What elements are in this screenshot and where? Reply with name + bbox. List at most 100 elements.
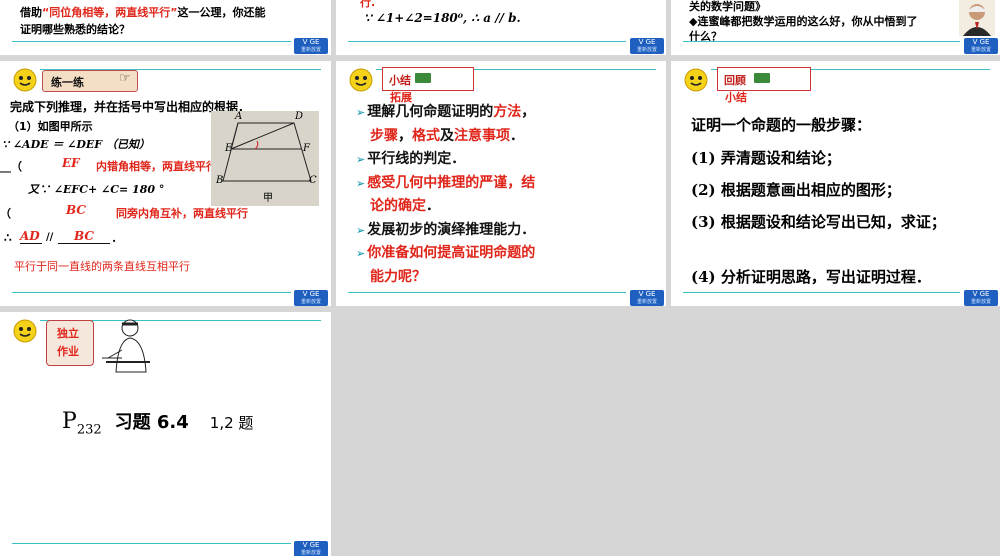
summary-tag: 小结 <box>382 67 474 91</box>
slide3-line2: ◆连蜜峰都把数学运用的这么好，你从中悟到了 <box>689 15 918 28</box>
summary-item: ➢ 感受几何中推理的严谨，结 <box>356 172 662 196</box>
summary-text: 感受几何中推理的严谨，结 <box>367 174 536 191</box>
summary-text: 理解几何命题证明的 <box>367 104 494 120</box>
slide-6-review[interactable]: 回顾 小结 证明一个命题的一般步骤： (1) 弄清题设和结论； (2) 根据题意… <box>671 61 1000 306</box>
slide1-bottom-line <box>12 41 291 42</box>
homework-scroll-tag: 独立 作业 <box>46 320 94 366</box>
homework-problems: 1,2 题 <box>209 414 254 432</box>
summary-text: 注意事项 <box>454 127 510 144</box>
slide-4-practice[interactable]: 练一练 ☞ 完成下列推理，并在括号中写出相应的根据． （1）如图甲所示 ∵ ∠A… <box>0 61 331 306</box>
answer-ad: AD <box>20 229 42 244</box>
summary-text: 平行线的判定 <box>367 151 452 167</box>
review-title: 证明一个命题的一般步骤： <box>691 116 872 134</box>
practice-blank1-prefix: __（ <box>0 160 22 173</box>
slide6-logo[interactable]: V GE 重新放置 <box>964 290 998 306</box>
slide2-logo[interactable]: V GE 重新放置 <box>630 38 664 54</box>
summary-text: ． <box>510 127 524 144</box>
practice-given: ∵ ∠ADE ＝ ∠DEF （已知） <box>2 138 150 151</box>
slide-5-summary[interactable]: 小结 拓展 ➢ 理解几何命题证明的方法， 步骤，格式及注意事项． ➢ 平行线的判定． ➢ 感… <box>336 61 666 306</box>
writing-person-icon <box>102 319 150 373</box>
summary-text: ． <box>451 151 466 167</box>
summary-tag-label: 小结 <box>389 74 411 87</box>
summary-text: 你准备如何提高证明命题的 <box>367 245 536 261</box>
answer-bc-2: BC <box>58 229 110 244</box>
review-step-2: (2) 根据题意画出相应的图形； <box>691 181 901 199</box>
homework-assignment: P232 习题 6.4 1,2 题 <box>62 408 253 437</box>
review-step-3: (3) 根据题设和结论写出已知，求证； <box>691 213 946 231</box>
slide-1[interactable]: 借助“同位角相等，两直线平行”这一公理，你还能 证明哪些熟悉的结论？ V GE 重… <box>0 0 331 55</box>
slide-7-homework[interactable]: 独立 作业 P232 习题 6.4 1,2 题 V GE 重新放置 <box>0 312 331 556</box>
slide6-bottom-line <box>683 292 960 293</box>
fig-label-d: D <box>295 111 304 122</box>
slide2-formula: ∵ ∠1+∠2=180⁰, ∴ a // b. <box>364 11 521 25</box>
review-tag: 回顾 <box>717 67 811 91</box>
smiley-icon <box>684 68 708 92</box>
homework-tag1: 独立 <box>57 327 79 340</box>
slide3-bottom-line <box>683 41 960 42</box>
fig-label-c: C <box>309 175 317 186</box>
homework-exercise: 习题 6.4 <box>114 412 189 433</box>
review-tag-label: 回顾 <box>724 74 746 87</box>
slide2-bottom-line <box>348 41 626 42</box>
reason-3: 平行于同一直线的两条直线互相平行 <box>14 260 190 273</box>
slide5-logo[interactable]: V GE 重新放置 <box>630 290 664 306</box>
practice-tag: 练一练 ☞ <box>42 70 138 92</box>
slide-3[interactable]: 关的数学问题》 ◆连蜜峰都把数学运用的这么好，你从中悟到了 什么？ V GE 重新… <box>671 0 1000 55</box>
book-icon <box>754 73 770 83</box>
summary-item: ➢ 理解几何命题证明的方法， <box>356 101 662 125</box>
smiley-icon <box>13 68 37 92</box>
hand-pointer-icon: ☞ <box>119 71 131 86</box>
homework-tag2: 作业 <box>57 345 79 358</box>
bullet-arrow-icon: ➢ <box>356 247 366 260</box>
practice-paren-open: （ <box>0 207 11 220</box>
slide-2[interactable]: 行. ∵ ∠1+∠2=180⁰, ∴ a // b. V GE 重新放置 <box>336 0 666 55</box>
review-tag2: 小结 <box>725 91 747 104</box>
summary-text: 论的确定 <box>370 198 426 214</box>
fig-label-a: A <box>235 111 243 122</box>
homework-p: P <box>62 409 77 434</box>
portrait-icon <box>959 0 995 36</box>
parallel-symbol: // <box>46 232 54 243</box>
slide4-logo[interactable]: V GE 重新放置 <box>294 290 328 306</box>
homework-page-sub: 232 <box>76 422 102 438</box>
reason-1: 内错角相等，两直线平行 <box>96 160 217 173</box>
slide7-logo[interactable]: V GE 重新放置 <box>294 541 328 556</box>
summary-item: ➢ 平行线的判定． <box>356 148 662 172</box>
book-icon <box>415 73 431 83</box>
reason-2: 同旁内角互补，两直线平行 <box>116 207 248 220</box>
summary-text: 及 <box>440 127 454 144</box>
summary-item: ➢ 你准备如何提高证明命题的 <box>356 242 662 266</box>
summary-list: ➢ 理解几何命题证明的方法， 步骤，格式及注意事项． ➢ 平行线的判定． ➢ 感受几何中推理… <box>356 101 662 289</box>
slide1-line1: 借助“同位角相等，两直线平行”这一公理，你还能 <box>20 4 265 20</box>
review-step-1: (1) 弄清题设和结论； <box>691 149 841 167</box>
summary-item: 步骤，格式及注意事项． <box>356 125 662 149</box>
summary-text: 方法 <box>493 104 522 120</box>
answer-bc: BC <box>66 203 86 217</box>
bullet-arrow-icon: ➢ <box>356 106 366 119</box>
practice-tag-label: 练一练 <box>51 76 84 89</box>
summary-text: 发展初步的演绎推理能力 <box>367 221 522 238</box>
figure-jia: A D E F B C 甲 <box>211 111 319 206</box>
fig-label-b: B <box>216 175 224 186</box>
review-step-4: (4) 分析证明思路，写出证明过程． <box>691 268 931 286</box>
bullet-arrow-icon: ➢ <box>356 223 366 237</box>
slide5-bottom-line <box>348 292 626 293</box>
summary-item: 论的确定． <box>356 195 662 219</box>
summary-text: ， <box>521 104 536 120</box>
slide2-partial-top: 行. <box>360 0 376 9</box>
summary-text: ． <box>521 221 536 238</box>
slide1-text-a: 借助 <box>20 6 42 19</box>
slide1-logo[interactable]: V GE 重新放置 <box>294 38 328 54</box>
fig-label-f: F <box>303 143 310 154</box>
slide3-line1: 关的数学问题》 <box>689 0 766 13</box>
fig-caption: 甲 <box>263 193 273 204</box>
slide1-text-c: 这一公理，你还能 <box>177 6 266 19</box>
smiley-icon <box>13 319 37 343</box>
slide3-logo[interactable]: V GE 重新放置 <box>964 38 998 54</box>
summary-text: 步骤 <box>370 127 398 144</box>
summary-text: 格式 <box>412 127 440 144</box>
smiley-icon <box>349 68 373 92</box>
summary-item: 能力呢？ <box>356 266 662 290</box>
summary-text: ． <box>426 198 440 214</box>
slide7-bottom-line <box>12 543 291 544</box>
